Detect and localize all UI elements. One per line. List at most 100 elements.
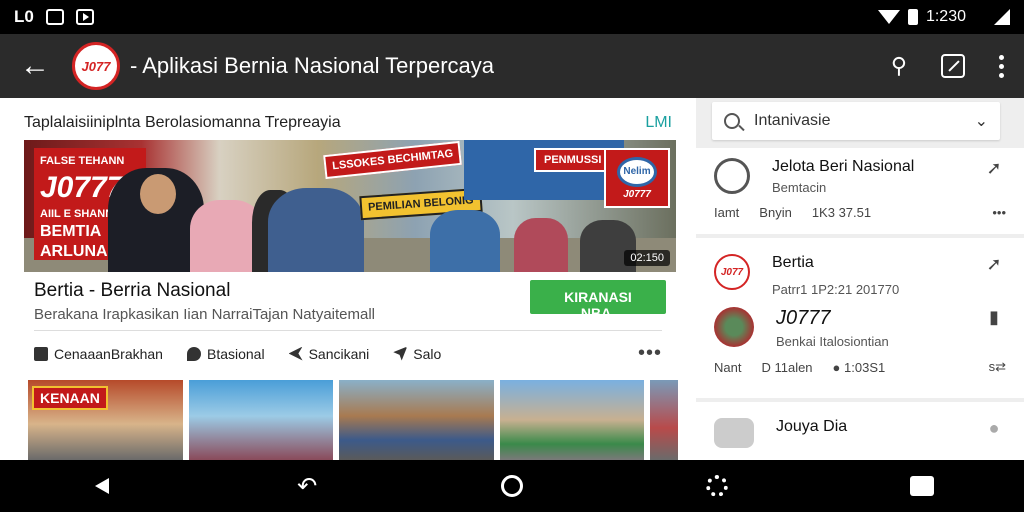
signal-icon xyxy=(994,9,1010,25)
edit-icon[interactable] xyxy=(941,54,965,78)
divider xyxy=(34,330,662,331)
thumbnail[interactable] xyxy=(499,380,645,460)
list-item-subtitle: Patrr1 1P2:21 201770 xyxy=(772,282,900,297)
app-logo: J077 xyxy=(72,42,120,90)
hero-image-count: 02:150 xyxy=(624,250,670,266)
meta-time: ● 1:03S1 xyxy=(832,359,886,375)
list-item-subtitle: Bemtacin xyxy=(772,180,827,195)
hero-person xyxy=(430,210,500,272)
list-item-row: Jelota Beri Nasional Bemtacin ➚ xyxy=(696,148,1024,205)
list-item-text: Jouya Dia xyxy=(776,418,982,436)
more-horiz-icon[interactable]: ••• xyxy=(992,205,1006,220)
more-horiz-icon[interactable]: ••• xyxy=(638,342,662,365)
hero-person xyxy=(140,174,176,214)
thumbnail[interactable] xyxy=(650,380,678,460)
logo-avatar: J077 xyxy=(714,254,750,290)
hero-person xyxy=(268,188,364,272)
list-item-subtitle: Benkai Italosiontian xyxy=(776,334,889,349)
card-subtitle: Berakana Irapkasikan Iian NarraiTajan Na… xyxy=(34,306,376,323)
app-title: - Aplikasi Bernia Nasional Terpercaya xyxy=(130,53,494,78)
hero-sign: PENMUSSI xyxy=(534,148,612,172)
swap-icon[interactable]: s⇄ xyxy=(989,359,1006,375)
card-title[interactable]: Bertia - Berria Nasional xyxy=(34,280,375,302)
action-send[interactable]: Salo xyxy=(393,346,441,362)
status-right: 1:230 xyxy=(877,8,1010,26)
message-icon xyxy=(714,418,754,448)
card-text: Bertia - Berria Nasional Berakana Irapka… xyxy=(34,280,375,323)
target-icon xyxy=(714,158,750,194)
hero-person xyxy=(514,218,568,272)
image-avatar xyxy=(714,307,754,347)
list-item-text: J0777 Benkai Italosiontian xyxy=(776,307,982,349)
undo-icon[interactable]: ↶ xyxy=(287,466,327,506)
feed-header-title: Taplalaisiiniplnta Berolasiomanna Trepre… xyxy=(24,114,341,131)
list-item-text: Jelota Beri Nasional Bemtacin xyxy=(772,158,982,195)
meta-left: Nant xyxy=(714,359,742,375)
hero-flag: Nelim J0777 xyxy=(604,148,670,208)
action-row: CenaaanBrakhan Btasional Sancikani Salo … xyxy=(34,342,662,365)
feed-header: Taplalaisiiniplnta Berolasiomanna Trepre… xyxy=(0,98,696,138)
hero-image[interactable]: FALSE TEHANN J0777 AIIL E SHANN BEMTIA A… xyxy=(24,140,676,272)
search-input-value[interactable]: Intanivasie xyxy=(754,112,975,130)
status-dot-icon: ● xyxy=(988,418,1000,438)
play-icon xyxy=(75,9,94,25)
home-icon xyxy=(34,346,48,361)
action-location[interactable]: Btasional xyxy=(186,345,265,362)
app-logo-text: J077 xyxy=(81,58,111,74)
settings-icon[interactable] xyxy=(697,466,737,506)
list-item-title: Jelota Beri Nasional xyxy=(772,158,915,175)
list-item-row: J077 Bertia Patrr1 1P2:21 201770 ➚ xyxy=(696,238,1024,307)
recents-icon[interactable] xyxy=(902,466,942,506)
meta-mid: Bnyin xyxy=(759,205,792,220)
action-home[interactable]: CenaaanBrakhan xyxy=(34,346,163,362)
follow-button[interactable]: KIRANASI NBA. xyxy=(530,280,666,321)
search-icon[interactable]: ⚲ xyxy=(891,53,907,79)
system-nav-bar: ↶ xyxy=(0,460,1024,512)
more-vert-icon[interactable] xyxy=(999,54,1004,78)
status-left: L0 xyxy=(14,7,94,27)
thumbnail[interactable]: KENAAN xyxy=(28,380,183,460)
list-item-meta: Nant D 11alen ● 1:03S1 s⇄ xyxy=(696,359,1024,383)
home-nav-icon[interactable] xyxy=(492,466,532,506)
action-share[interactable]: Sancikani xyxy=(288,346,369,362)
action-label: Btasional xyxy=(206,345,265,362)
feed-header-tag[interactable]: LMI xyxy=(645,114,672,132)
hero-flag-text: J0777 xyxy=(623,188,651,200)
share-icon[interactable]: ➚ xyxy=(982,158,1006,179)
chevron-down-icon[interactable]: ⌄ xyxy=(975,111,988,131)
thumbnail-strip: KENAAN xyxy=(28,380,678,460)
app-actions: ⚲ xyxy=(891,53,1004,79)
meta-left: Iamt xyxy=(714,205,740,220)
list-item-text: Bertia Patrr1 1P2:21 201770 xyxy=(772,254,982,297)
image-icon xyxy=(45,9,64,25)
app-bar: ← J077 - Aplikasi Bernia Nasional Terper… xyxy=(0,34,1024,98)
back-arrow-icon[interactable]: ← xyxy=(20,49,60,83)
share-icon xyxy=(288,346,303,361)
search-field[interactable]: Intanivasie ⌄ xyxy=(712,102,1000,140)
list-item[interactable]: J077 Bertia Patrr1 1P2:21 201770 ➚ J0777… xyxy=(696,238,1024,398)
list-item-title: J0777 xyxy=(776,307,831,329)
list-item[interactable]: Jelota Beri Nasional Bemtacin ➚ Iamt Bny… xyxy=(696,148,1024,234)
send-icon xyxy=(393,346,408,361)
list-item-row: J0777 Benkai Italosiontian ▮ xyxy=(696,307,1024,359)
avatar-text: J077 xyxy=(720,266,744,278)
meta-mid: D 11alen xyxy=(761,359,813,375)
status-time: 1:230 xyxy=(925,8,966,25)
list-item[interactable]: Jouya Dia ● xyxy=(696,402,1024,460)
search-icon xyxy=(724,113,740,129)
action-label: Salo xyxy=(413,345,442,362)
list-item-title: Jouya Dia xyxy=(776,418,848,435)
status-left-text: L0 xyxy=(14,7,34,26)
share-icon[interactable]: ➚ xyxy=(982,254,1006,275)
thumbnail[interactable] xyxy=(339,380,494,460)
meta-time: 1K3 37.51 xyxy=(811,205,872,220)
thumbnail[interactable] xyxy=(188,380,334,460)
battery-icon xyxy=(907,9,918,25)
card-title-row: Bertia - Berria Nasional Berakana Irapka… xyxy=(34,280,666,323)
list-item-meta: Iamt Bnyin 1K3 37.51 ••• xyxy=(696,205,1024,228)
back-nav-icon[interactable] xyxy=(82,466,122,506)
mouse-icon[interactable]: ▮ xyxy=(982,307,1006,328)
side-panel: Intanivasie ⌄ Jelota Beri Nasional Bemta… xyxy=(696,98,1024,460)
list-item-title: Bertia xyxy=(772,254,814,271)
status-bar: L0 1:230 xyxy=(0,0,1024,34)
